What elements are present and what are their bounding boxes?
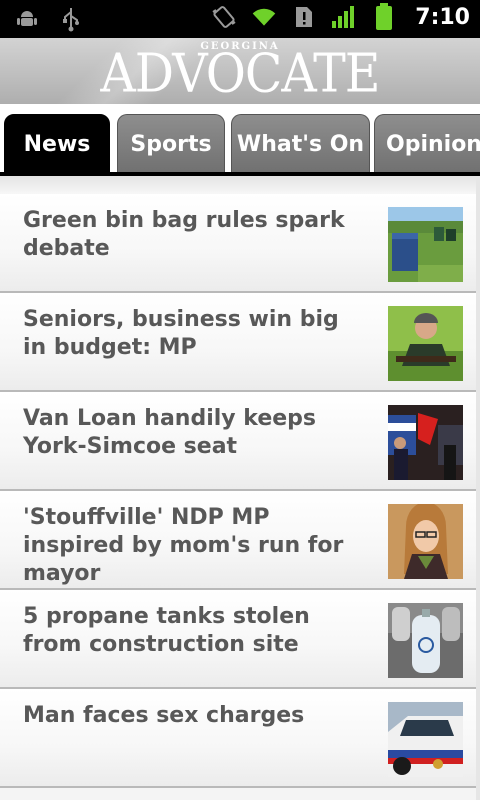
- signal-icon: [331, 4, 357, 30]
- article-list: Green bin bag rules spark debate Seniors…: [0, 176, 476, 800]
- article-thumbnail: [388, 405, 463, 480]
- list-item[interactable]: Van Loan handily keeps York-Simcoe seat: [0, 392, 476, 491]
- list-scrollbar[interactable]: [476, 176, 480, 800]
- list-item[interactable]: Man faces sex charges: [0, 689, 476, 788]
- list-item[interactable]: Seniors, business win big in budget: MP: [0, 293, 476, 392]
- clock: 7:10: [415, 4, 470, 30]
- battery-icon: [371, 3, 397, 30]
- article-thumbnail: [388, 504, 463, 579]
- tab-news[interactable]: News: [4, 114, 110, 174]
- vibrate-icon: [211, 4, 237, 30]
- article-headline: 5 propane tanks stolen from construction…: [23, 604, 310, 657]
- tab-sports[interactable]: Sports: [117, 114, 225, 174]
- article-headline: 'Stouffville' NDP MP inspired by mom's r…: [23, 505, 344, 586]
- article-thumbnail: [388, 207, 463, 282]
- tab-whats-on[interactable]: What's On: [231, 114, 370, 174]
- list-top-shadow: [0, 176, 476, 194]
- article-headline: Van Loan handily keeps York-Simcoe seat: [23, 406, 317, 459]
- tab-opinion[interactable]: Opinion: [374, 114, 480, 174]
- list-item[interactable]: Green bin bag rules spark debate: [0, 194, 476, 293]
- publication-logo: GEORGINA ADVOCATE: [0, 38, 480, 104]
- status-bar: 7:10: [0, 0, 480, 38]
- app-header: GEORGINA ADVOCATE: [0, 38, 480, 104]
- article-headline: Man faces sex charges: [23, 703, 305, 728]
- article-thumbnail: [388, 306, 463, 381]
- article-thumbnail: [388, 603, 463, 678]
- usb-icon: [58, 6, 84, 32]
- logo-title: ADVOCATE: [100, 42, 380, 104]
- list-item[interactable]: 5 propane tanks stolen from construction…: [0, 590, 476, 689]
- wifi-icon: [251, 4, 277, 30]
- android-debug-icon: [14, 6, 40, 32]
- sim-alert-icon: [291, 4, 317, 30]
- article-headline: Seniors, business win big in budget: MP: [23, 307, 339, 360]
- article-thumbnail: [388, 702, 463, 777]
- section-tabs: News Sports What's On Opinion: [0, 104, 480, 176]
- article-headline: Green bin bag rules spark debate: [23, 208, 345, 261]
- list-item[interactable]: 'Stouffville' NDP MP inspired by mom's r…: [0, 491, 476, 590]
